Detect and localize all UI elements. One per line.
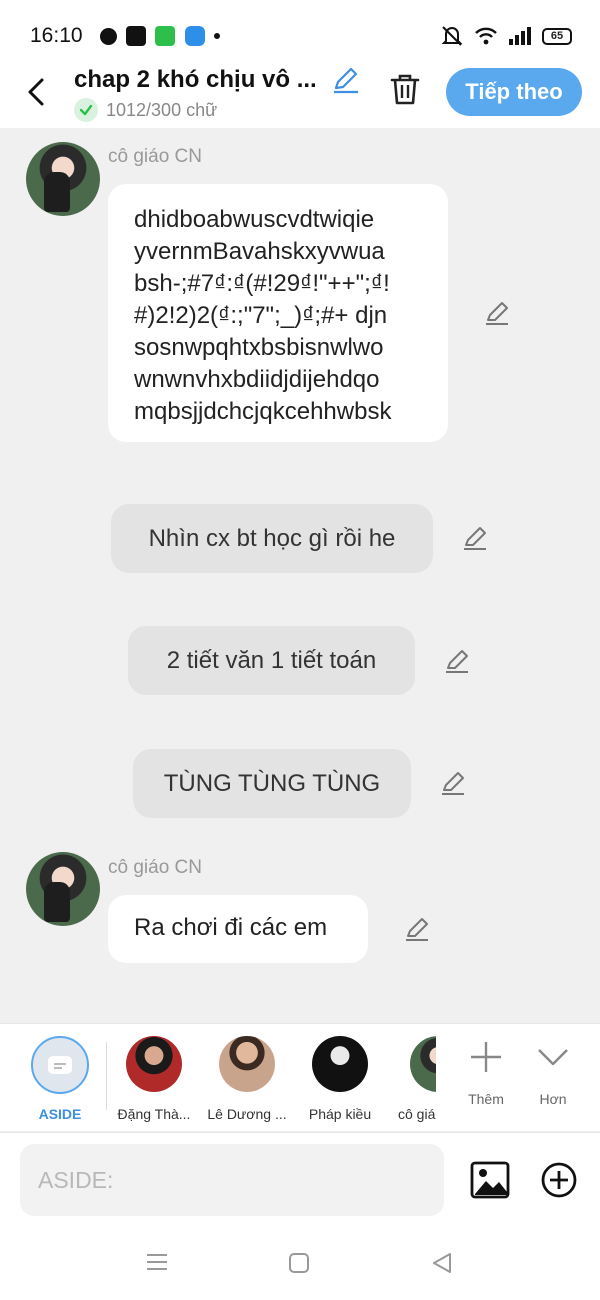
expand-button[interactable]: Hơn bbox=[513, 1040, 593, 1107]
edit-pencil-icon[interactable] bbox=[444, 648, 470, 674]
character-label: cô giá bbox=[398, 1106, 436, 1122]
sender-name: cô giáo CN bbox=[108, 146, 202, 167]
message-line: sosnwpqhtxbsbisnwlwo bbox=[134, 334, 384, 361]
system-nav-bar bbox=[0, 1230, 600, 1300]
chevron-down-icon bbox=[538, 1049, 568, 1066]
next-button[interactable]: Tiếp theo bbox=[446, 68, 582, 116]
character-le-duong[interactable]: Lê Dương ... bbox=[207, 1036, 287, 1122]
input-bar bbox=[0, 1132, 600, 1230]
word-count-row: 1012/300 chữ bbox=[74, 98, 217, 122]
message-line: wnwnvhxbdiidjdijehdqo bbox=[134, 366, 380, 393]
baomoi-icon bbox=[126, 26, 146, 46]
aside-icon bbox=[31, 1036, 89, 1094]
battery-icon: 65 bbox=[542, 27, 572, 45]
avatar[interactable] bbox=[26, 142, 100, 216]
edit-pencil-icon[interactable] bbox=[462, 525, 488, 551]
avatar[interactable] bbox=[26, 852, 100, 926]
status-bar: 16:10 65 bbox=[0, 0, 600, 66]
character-phap-kieu[interactable]: Pháp kiều bbox=[300, 1036, 380, 1122]
character-selector: ASIDE Đặng Thà... Lê Dương ... Pháp kiều… bbox=[0, 1023, 600, 1131]
message-line: dhidboabwuscvdtwiqie bbox=[134, 206, 375, 233]
trash-icon[interactable] bbox=[388, 72, 422, 106]
edit-pencil-icon[interactable] bbox=[404, 916, 430, 942]
word-count: 1012/300 chữ bbox=[106, 99, 218, 120]
blue-app-icon bbox=[185, 26, 205, 46]
chapter-title[interactable]: chap 2 khó chịu vô ... bbox=[74, 66, 317, 94]
back-triangle-icon[interactable] bbox=[430, 1251, 454, 1275]
character-label: Pháp kiều bbox=[308, 1106, 372, 1122]
home-icon[interactable] bbox=[288, 1252, 310, 1274]
facebook-icon bbox=[100, 28, 117, 45]
character-label: ASIDE bbox=[38, 1106, 82, 1122]
grab-icon bbox=[155, 26, 175, 46]
character-label: Lê Dương ... bbox=[207, 1106, 287, 1122]
narration-bubble[interactable]: Nhìn cx bt học gì rồi he bbox=[111, 504, 433, 573]
editor-header: chap 2 khó chịu vô ... 1012/300 chữ Tiếp… bbox=[0, 66, 600, 128]
avatar bbox=[126, 1036, 182, 1092]
message-line: mqbsjjdchcjqkcehhwbsk bbox=[134, 398, 392, 425]
chat-area: cô giáo CN dhidboabwuscvdtwiqie yvernmBa… bbox=[0, 128, 600, 1023]
avatar bbox=[410, 1036, 436, 1092]
message-line: yvernmBavahskxyvwua bbox=[134, 238, 385, 265]
character-dang-tha[interactable]: Đặng Thà... bbox=[114, 1036, 194, 1122]
menu-icon[interactable] bbox=[145, 1252, 169, 1272]
edit-title-icon[interactable] bbox=[332, 66, 360, 94]
message-input[interactable] bbox=[20, 1144, 444, 1216]
add-circle-icon[interactable] bbox=[540, 1161, 578, 1199]
sender-name: cô giáo CN bbox=[108, 857, 202, 878]
avatar bbox=[312, 1036, 368, 1092]
message-bubble[interactable]: Ra chơi đi các em bbox=[108, 895, 368, 963]
notification-dot-icon bbox=[214, 33, 220, 39]
mute-icon bbox=[441, 26, 463, 46]
signal-icon bbox=[509, 27, 531, 45]
message-line: #)2!2)2(₫:;"7";_)₫;#+ djn bbox=[134, 302, 388, 329]
narration-bubble[interactable]: TÙNG TÙNG TÙNG bbox=[133, 749, 411, 818]
wifi-icon bbox=[475, 27, 497, 45]
character-label: Đặng Thà... bbox=[117, 1106, 191, 1122]
status-time: 16:10 bbox=[30, 24, 83, 47]
edit-pencil-icon[interactable] bbox=[484, 300, 510, 326]
status-indicators: 65 bbox=[440, 25, 572, 47]
divider bbox=[106, 1042, 107, 1110]
edit-pencil-icon[interactable] bbox=[440, 770, 466, 796]
check-icon bbox=[74, 98, 98, 122]
narration-bubble[interactable]: 2 tiết văn 1 tiết toán bbox=[128, 626, 415, 695]
character-aside[interactable]: ASIDE bbox=[20, 1036, 100, 1122]
image-icon[interactable] bbox=[470, 1161, 510, 1199]
message-bubble[interactable]: dhidboabwuscvdtwiqie yvernmBavahskxyvwua… bbox=[108, 184, 448, 442]
avatar bbox=[219, 1036, 275, 1092]
message-line: bsh-;#7₫:₫(#!29₫!"++";₫! bbox=[134, 270, 390, 297]
plus-icon bbox=[471, 1042, 501, 1072]
character-co-giao[interactable]: cô giá bbox=[392, 1036, 436, 1122]
back-arrow-icon[interactable] bbox=[22, 74, 52, 110]
expand-label: Hơn bbox=[539, 1091, 567, 1107]
